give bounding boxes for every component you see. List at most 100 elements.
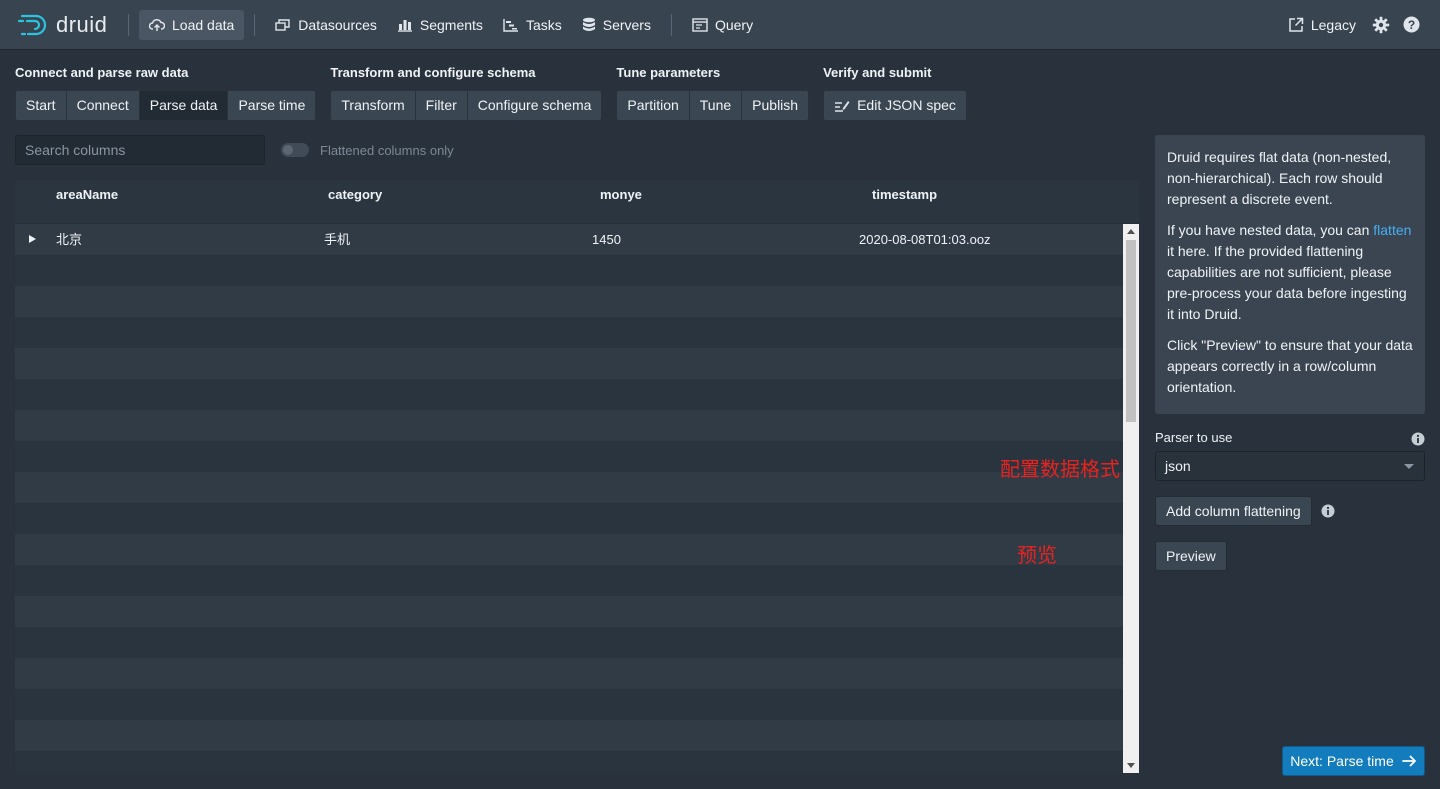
parser-annotation: 配置数据格式 (1000, 457, 1120, 481)
table-cell: 1450 (592, 232, 621, 247)
table-cell: 手机 (324, 232, 351, 247)
step-group-verify: Verify and submit Edit JSON spec (823, 64, 967, 121)
info-paragraph: Click "Preview" to ensure that your data… (1167, 337, 1413, 395)
stacked-chart-icon (397, 18, 413, 32)
nav-divider (670, 13, 672, 36)
step-parse-time[interactable]: Parse time (228, 90, 317, 121)
wizard-steps: Connect and parse raw data Start Connect… (15, 64, 981, 121)
empty-table-row (15, 751, 1123, 773)
step-group-title: Verify and submit (823, 65, 932, 80)
empty-table-row (15, 627, 1123, 658)
nav-query[interactable]: Query (682, 10, 763, 40)
empty-table-row (15, 503, 1123, 534)
add-column-flattening-button[interactable]: Add column flattening (1155, 496, 1312, 526)
parser-select[interactable]: json (1155, 451, 1425, 481)
step-group-title: Transform and configure schema (330, 65, 536, 80)
nav-datasources[interactable]: Datasources (265, 10, 387, 40)
step-group-transform: Transform and configure schema Transform… (330, 64, 603, 121)
step-tune[interactable]: Tune (689, 90, 743, 121)
step-filter[interactable]: Filter (415, 90, 468, 121)
cloud-upload-icon (149, 18, 165, 32)
multi-select-icon (275, 18, 291, 32)
step-group-title: Connect and parse raw data (15, 65, 189, 80)
step-transform[interactable]: Transform (330, 90, 416, 121)
nav-label: Load data (172, 16, 235, 33)
next-button-label: Next: Parse time (1290, 753, 1394, 769)
scroll-up-arrow-icon[interactable] (1127, 229, 1135, 234)
empty-table-row (15, 255, 1123, 286)
scroll-thumb[interactable] (1126, 240, 1136, 422)
step-configure-schema[interactable]: Configure schema (467, 90, 603, 121)
nav-divider (128, 13, 129, 36)
column-header[interactable]: timestamp (872, 180, 937, 224)
table-row[interactable]: 北京 手机 1450 2020-08-08T01:03.ooz (15, 224, 1123, 255)
empty-table-row (15, 689, 1123, 720)
table-scrollbar[interactable] (1123, 224, 1139, 773)
preview-annotation: 预览 (1017, 543, 1057, 567)
nav-label: Query (714, 16, 754, 33)
nav-label: Segments (419, 16, 483, 33)
scroll-down-arrow-icon[interactable] (1127, 763, 1135, 768)
empty-table-row (15, 596, 1123, 627)
nav-label: Servers (602, 16, 651, 33)
caret-down-icon (1404, 464, 1414, 469)
legacy-link[interactable]: Legacy (1278, 10, 1366, 40)
search-columns-input[interactable] (15, 135, 265, 165)
empty-table-row (15, 286, 1123, 317)
empty-table-row (15, 534, 1123, 565)
nav-servers[interactable]: Servers (572, 10, 661, 40)
column-filter-row: Flattened columns only (15, 135, 454, 165)
empty-table-row (15, 658, 1123, 689)
application-icon (692, 17, 708, 32)
nav-label: Tasks (525, 16, 562, 33)
table-body: 北京 手机 1450 2020-08-08T01:03.ooz (15, 224, 1123, 773)
step-start[interactable]: Start (15, 90, 67, 121)
nav-divider (254, 13, 256, 36)
step-group-connect: Connect and parse raw data Start Connect… (15, 64, 317, 121)
empty-table-row (15, 565, 1123, 596)
empty-table-row (15, 348, 1123, 379)
share-icon (1288, 17, 1304, 33)
manually-entered-data-icon (834, 99, 850, 113)
step-label: Edit JSON spec (857, 97, 956, 113)
parser-label: Parser to use (1155, 430, 1233, 445)
step-connect[interactable]: Connect (66, 90, 140, 121)
settings-cog-icon[interactable] (1366, 10, 1396, 40)
next-parse-time-button[interactable]: Next: Parse time (1282, 746, 1425, 776)
empty-table-row (15, 317, 1123, 348)
svg-text:?: ? (1407, 18, 1414, 32)
preview-button[interactable]: Preview (1155, 541, 1227, 571)
column-header[interactable]: areaName (56, 180, 118, 224)
step-parse-data[interactable]: Parse data (139, 90, 229, 121)
logo-text: druid (56, 11, 108, 37)
column-header[interactable]: monye (600, 180, 642, 224)
empty-table-row (15, 379, 1123, 410)
info-sign-icon[interactable] (1321, 504, 1335, 518)
info-sign-icon[interactable] (1411, 432, 1425, 446)
toggle-switch[interactable] (281, 143, 309, 157)
flattened-only-switch[interactable]: Flattened columns only (281, 143, 454, 158)
toggle-label: Flattened columns only (320, 142, 454, 158)
druid-logo-icon (18, 14, 47, 35)
preview-table: areaName category monye timestamp 北京 手机 … (15, 180, 1139, 773)
arrow-right-icon (1401, 755, 1417, 767)
help-icon[interactable]: ? (1396, 10, 1426, 40)
step-partition[interactable]: Partition (616, 90, 690, 121)
nav-label: Datasources (298, 16, 377, 33)
step-edit-json-spec[interactable]: Edit JSON spec (823, 90, 967, 121)
nav-segments[interactable]: Segments (387, 10, 493, 40)
info-paragraph: If you have nested data, you can flatten… (1167, 222, 1412, 322)
nav-load-data[interactable]: Load data (139, 9, 245, 40)
empty-table-row (15, 472, 1123, 503)
top-navbar: druid Load data Datasources Segments Tas… (0, 0, 1440, 50)
step-publish[interactable]: Publish (742, 90, 810, 121)
info-paragraph: Druid requires flat data (non-nested, no… (1167, 149, 1392, 207)
nav-tasks[interactable]: Tasks (493, 10, 572, 40)
empty-table-row (15, 720, 1123, 751)
step-group-tune: Tune parameters Partition Tune Publish (616, 64, 810, 121)
druid-logo[interactable]: druid (18, 11, 118, 39)
column-header[interactable]: category (328, 180, 382, 224)
expand-row-icon[interactable] (29, 235, 36, 243)
empty-table-row (15, 410, 1123, 441)
flatten-link[interactable]: flatten (1373, 222, 1411, 238)
